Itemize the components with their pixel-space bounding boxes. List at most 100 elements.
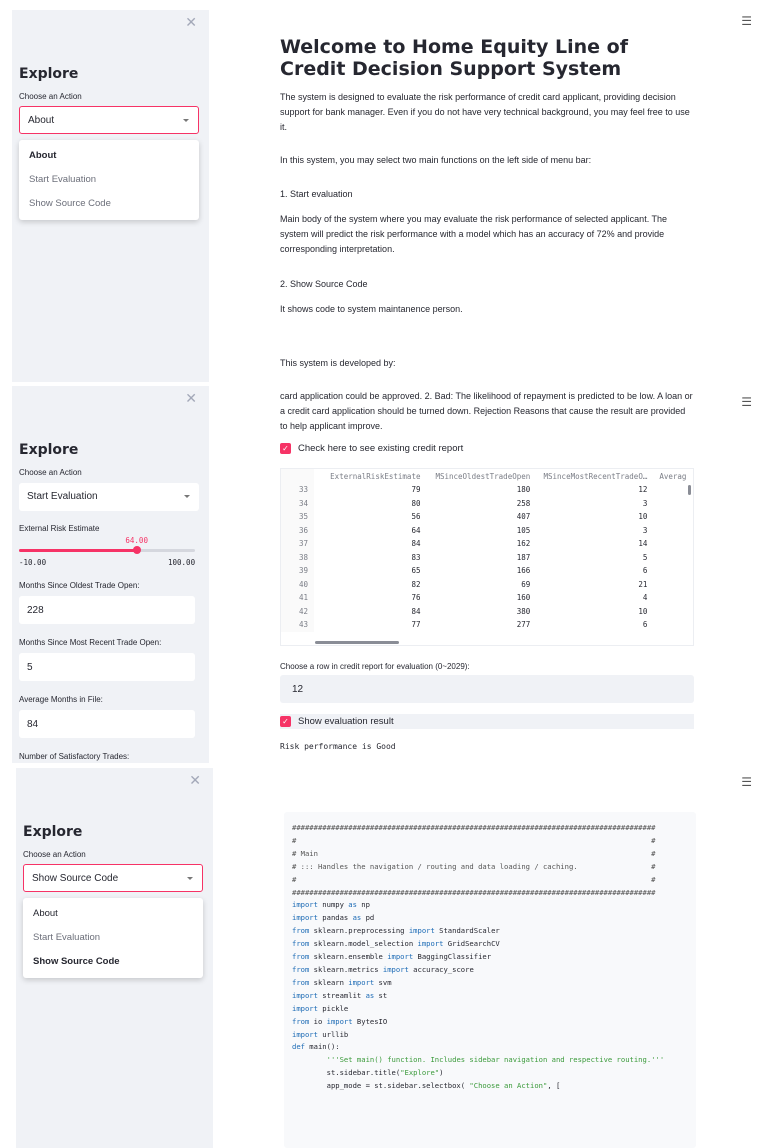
sidebar-title: Explore <box>23 824 83 840</box>
code-line: import pickle <box>292 1003 349 1013</box>
result-text: Risk performance is Good <box>280 742 396 751</box>
vertical-scrollbar[interactable] <box>688 485 691 495</box>
risk-slider[interactable] <box>19 546 195 554</box>
code-line: from io import BytesIO <box>292 1016 388 1026</box>
row-select-label: Choose a row in credit report for evalua… <box>280 662 470 671</box>
credit-report-checkbox[interactable]: ✓ Check here to see existing credit repo… <box>280 443 463 454</box>
column-header[interactable]: MSinceOldestTradeOpen <box>426 469 536 483</box>
code-line: from sklearn.ensemble import BaggingClas… <box>292 952 492 962</box>
hamburger-menu-icon[interactable]: ☰ <box>741 395 752 409</box>
hamburger-menu-icon[interactable]: ☰ <box>741 14 752 28</box>
sidebar: ✕ Explore Choose an Action Start Evaluat… <box>12 386 209 763</box>
option-start-evaluation[interactable]: Start Evaluation <box>19 168 199 192</box>
table-cell: 12 <box>638 485 648 495</box>
explanation-text: card application could be approved. 2. B… <box>280 391 693 431</box>
table-cell: 187 <box>516 552 531 562</box>
table-row[interactable]: 41 76 160 4 <box>281 591 693 605</box>
slider-thumb[interactable] <box>133 546 142 554</box>
option-show-source-code[interactable]: Show Source Code <box>23 950 203 974</box>
table-cell: 258 <box>516 498 531 508</box>
option-about[interactable]: About <box>19 144 199 168</box>
code-line: # Main # <box>292 848 656 858</box>
table-row[interactable]: 39 65 166 6 <box>281 564 693 578</box>
table-cell: 84 <box>411 539 421 549</box>
table-row[interactable]: 38 83 187 5 <box>281 550 693 564</box>
table-row[interactable]: 34 80 258 3 <box>281 496 693 511</box>
field4-label: Number of Satisfactory Trades: <box>19 752 130 761</box>
table-cell: 65 <box>411 566 421 576</box>
option-about[interactable]: About <box>23 902 203 926</box>
option-show-source-code[interactable]: Show Source Code <box>19 192 199 216</box>
table-cell: 10 <box>638 512 648 522</box>
code-line: ########################################… <box>292 887 656 897</box>
avg-months-input[interactable]: 84 <box>19 710 195 738</box>
table-cell: 3 <box>642 498 648 508</box>
slider-fill <box>19 549 138 552</box>
slider-value: 64.00 <box>125 536 148 545</box>
row-index-cell: 39 <box>281 564 315 578</box>
credit-report-checkbox-label: Check here to see existing credit report <box>298 443 464 454</box>
close-sidebar-icon[interactable]: ✕ <box>185 14 197 31</box>
row-index-cell: 40 <box>281 577 315 591</box>
show-result-checkbox[interactable]: ✓ Show evaluation result <box>280 714 694 729</box>
row-index-cell: 33 <box>281 483 315 497</box>
table-cell <box>653 618 693 632</box>
code-line: from sklearn.metrics import accuracy_sco… <box>292 964 474 974</box>
recent-trade-input[interactable]: 5 <box>19 653 195 681</box>
index-header <box>281 469 315 483</box>
chevron-down-icon <box>184 495 190 498</box>
horizontal-scrollbar[interactable] <box>315 641 399 644</box>
table-cell <box>653 605 693 619</box>
column-header[interactable]: MSinceMostRecentTradeO… <box>536 469 653 483</box>
developed-by: This system is developed by: <box>280 358 396 368</box>
row-index-cell: 35 <box>281 510 315 524</box>
action-label: Choose an Action <box>23 850 86 859</box>
table-cell: 180 <box>516 485 531 495</box>
action-dropdown: About Start Evaluation Show Source Code <box>19 140 199 220</box>
action-select[interactable]: Start Evaluation <box>19 483 199 511</box>
table-row[interactable]: 42 84 380 10 <box>281 604 693 619</box>
close-sidebar-icon[interactable]: ✕ <box>189 772 201 789</box>
table-row[interactable]: 35 56 407 10 <box>281 510 693 524</box>
action-select[interactable]: About <box>19 106 199 134</box>
menu-note: In this system, you may select two main … <box>280 155 592 165</box>
option-start-evaluation[interactable]: Start Evaluation <box>23 926 203 950</box>
column-header[interactable]: Averag <box>653 469 693 483</box>
close-sidebar-icon[interactable]: ✕ <box>185 390 197 407</box>
table-row[interactable]: 40 82 69 21 <box>281 577 693 591</box>
intro-text: The system is designed to evaluate the r… <box>280 92 690 132</box>
oldest-trade-input[interactable]: 228 <box>19 596 195 624</box>
code-line: from sklearn import svm <box>292 977 392 987</box>
row-number-input[interactable]: 12 <box>280 675 694 703</box>
table-cell: 4 <box>642 593 648 603</box>
credit-report-table[interactable]: ExternalRiskEstimate MSinceOldestTradeOp… <box>280 468 694 646</box>
table-row[interactable]: 33 79 180 12 <box>281 483 693 497</box>
table-cell: 380 <box>516 606 531 616</box>
table-row[interactable]: 36 64 105 3 <box>281 523 693 537</box>
table-cell: 69 <box>521 579 531 589</box>
checkbox-checked-icon: ✓ <box>280 716 291 727</box>
table-cell: 10 <box>638 606 648 616</box>
table-cell <box>653 497 693 511</box>
table-row[interactable]: 37 84 162 14 <box>281 537 693 551</box>
hamburger-menu-icon[interactable]: ☰ <box>741 775 752 789</box>
chevron-down-icon <box>187 877 193 880</box>
code-line: '''Set main() function. Includes sidebar… <box>326 1055 665 1065</box>
source-code-screen: ✕ Explore Choose an Action Show Source C… <box>0 768 774 1148</box>
table-cell: 407 <box>516 512 531 522</box>
code-line: import streamlit as st <box>292 990 388 1000</box>
table-cell: 277 <box>516 620 531 630</box>
table-cell: 160 <box>516 593 531 603</box>
code-line: import numpy as np <box>292 900 370 910</box>
slider-min: -10.00 <box>19 558 47 567</box>
action-select[interactable]: Show Source Code <box>23 864 203 892</box>
code-line: # # <box>292 835 656 845</box>
item2-body: It shows code to system maintanence pers… <box>280 304 463 314</box>
table-cell: 14 <box>638 539 648 549</box>
row-index-cell: 42 <box>281 604 315 618</box>
sidebar-title: Explore <box>19 442 79 458</box>
table-cell: 21 <box>638 579 648 589</box>
table-row[interactable]: 43 77 277 6 <box>281 618 693 632</box>
evaluation-screen: ✕ Explore Choose an Action Start Evaluat… <box>0 386 774 763</box>
column-header[interactable]: ExternalRiskEstimate <box>314 469 426 483</box>
